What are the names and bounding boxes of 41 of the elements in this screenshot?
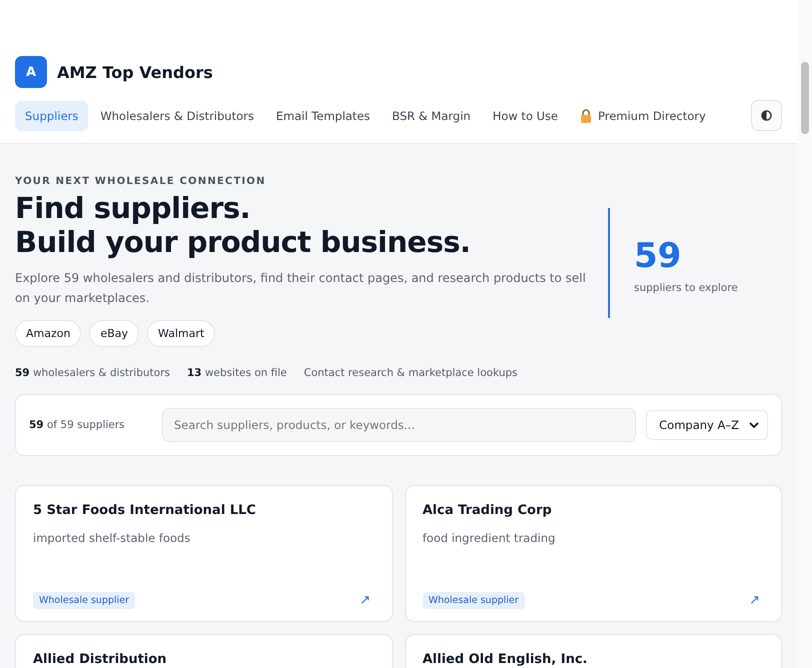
stat-text: 13 websites on file bbox=[187, 367, 287, 379]
hero-title: Find suppliers. bbox=[15, 191, 250, 225]
marketplace-chip: Walmart bbox=[147, 320, 216, 347]
open-link[interactable]: ↗ bbox=[360, 593, 370, 608]
result-count: 59 of 59 suppliers bbox=[29, 419, 126, 431]
nav-tab[interactable]: How to Use bbox=[482, 100, 568, 130]
supplier-count: 59 bbox=[634, 236, 682, 276]
supplier-description: food ingredient trading bbox=[422, 531, 556, 545]
supplier-name: Allied Distribution bbox=[33, 652, 168, 667]
marketplace-chip: Amazon bbox=[15, 320, 82, 347]
nav-tab[interactable]: Suppliers bbox=[15, 100, 88, 130]
search-field[interactable]: Search suppliers, products, or keywords... bbox=[162, 408, 636, 442]
supplier-name: Alca Trading Corp bbox=[422, 503, 553, 518]
logo-badge: A bbox=[15, 56, 47, 88]
sort-dropdown[interactable]: Company A–Z bbox=[646, 410, 768, 440]
site-title: AMZ Top Vendors bbox=[57, 62, 213, 82]
nav-tab[interactable]: BSR & Margin bbox=[382, 100, 481, 130]
supplier-name: Allied Old English, Inc. bbox=[422, 652, 588, 667]
stat-text: Contact research & marketplace lookups bbox=[304, 367, 518, 379]
nav-tab[interactable]: Wholesalers & Distributors bbox=[90, 100, 264, 130]
nav-tab[interactable]: Email Templates bbox=[266, 100, 380, 130]
caret-icon bbox=[749, 422, 759, 428]
supplier-card[interactable]: 5 Star Foods International LLC imported shelf-stable foods Wholesale supplier ↗ bbox=[15, 485, 392, 622]
supplier-name: 5 Star Foods International LLC bbox=[33, 503, 257, 518]
open-link[interactable]: ↗ bbox=[749, 593, 760, 608]
theme-toggle-button[interactable] bbox=[751, 100, 782, 131]
supplier-description: imported shelf-stable foods bbox=[33, 531, 192, 545]
nav-tab[interactable]: Premium Directory bbox=[570, 100, 716, 130]
marketplace-chip: eBay bbox=[89, 320, 140, 347]
supplier-count-label: suppliers to explore bbox=[634, 282, 738, 294]
scrollbar-thumb[interactable] bbox=[801, 62, 809, 134]
eyebrow-text: YOUR NEXT WHOLESALE CONNECTION bbox=[15, 176, 267, 187]
contrast-icon bbox=[761, 110, 772, 121]
supplier-tag: Wholesale supplier bbox=[422, 592, 525, 609]
supplier-card[interactable]: Alca Trading Corp food ingredient trading Wholesale supplier ↗ bbox=[404, 485, 782, 622]
hero-title: Build your product business. bbox=[15, 225, 470, 259]
stat-text: 59 wholesalers & distributors bbox=[15, 367, 170, 379]
supplier-card[interactable]: Allied Old English, Inc. bbox=[404, 634, 782, 668]
hero-description: Explore 59 wholesalers and distributors, find their contact pages, and research products to sell on your marketplaces. bbox=[15, 270, 587, 307]
supplier-card[interactable]: Allied Distribution bbox=[15, 634, 392, 668]
supplier-tag: Wholesale supplier bbox=[33, 592, 136, 609]
